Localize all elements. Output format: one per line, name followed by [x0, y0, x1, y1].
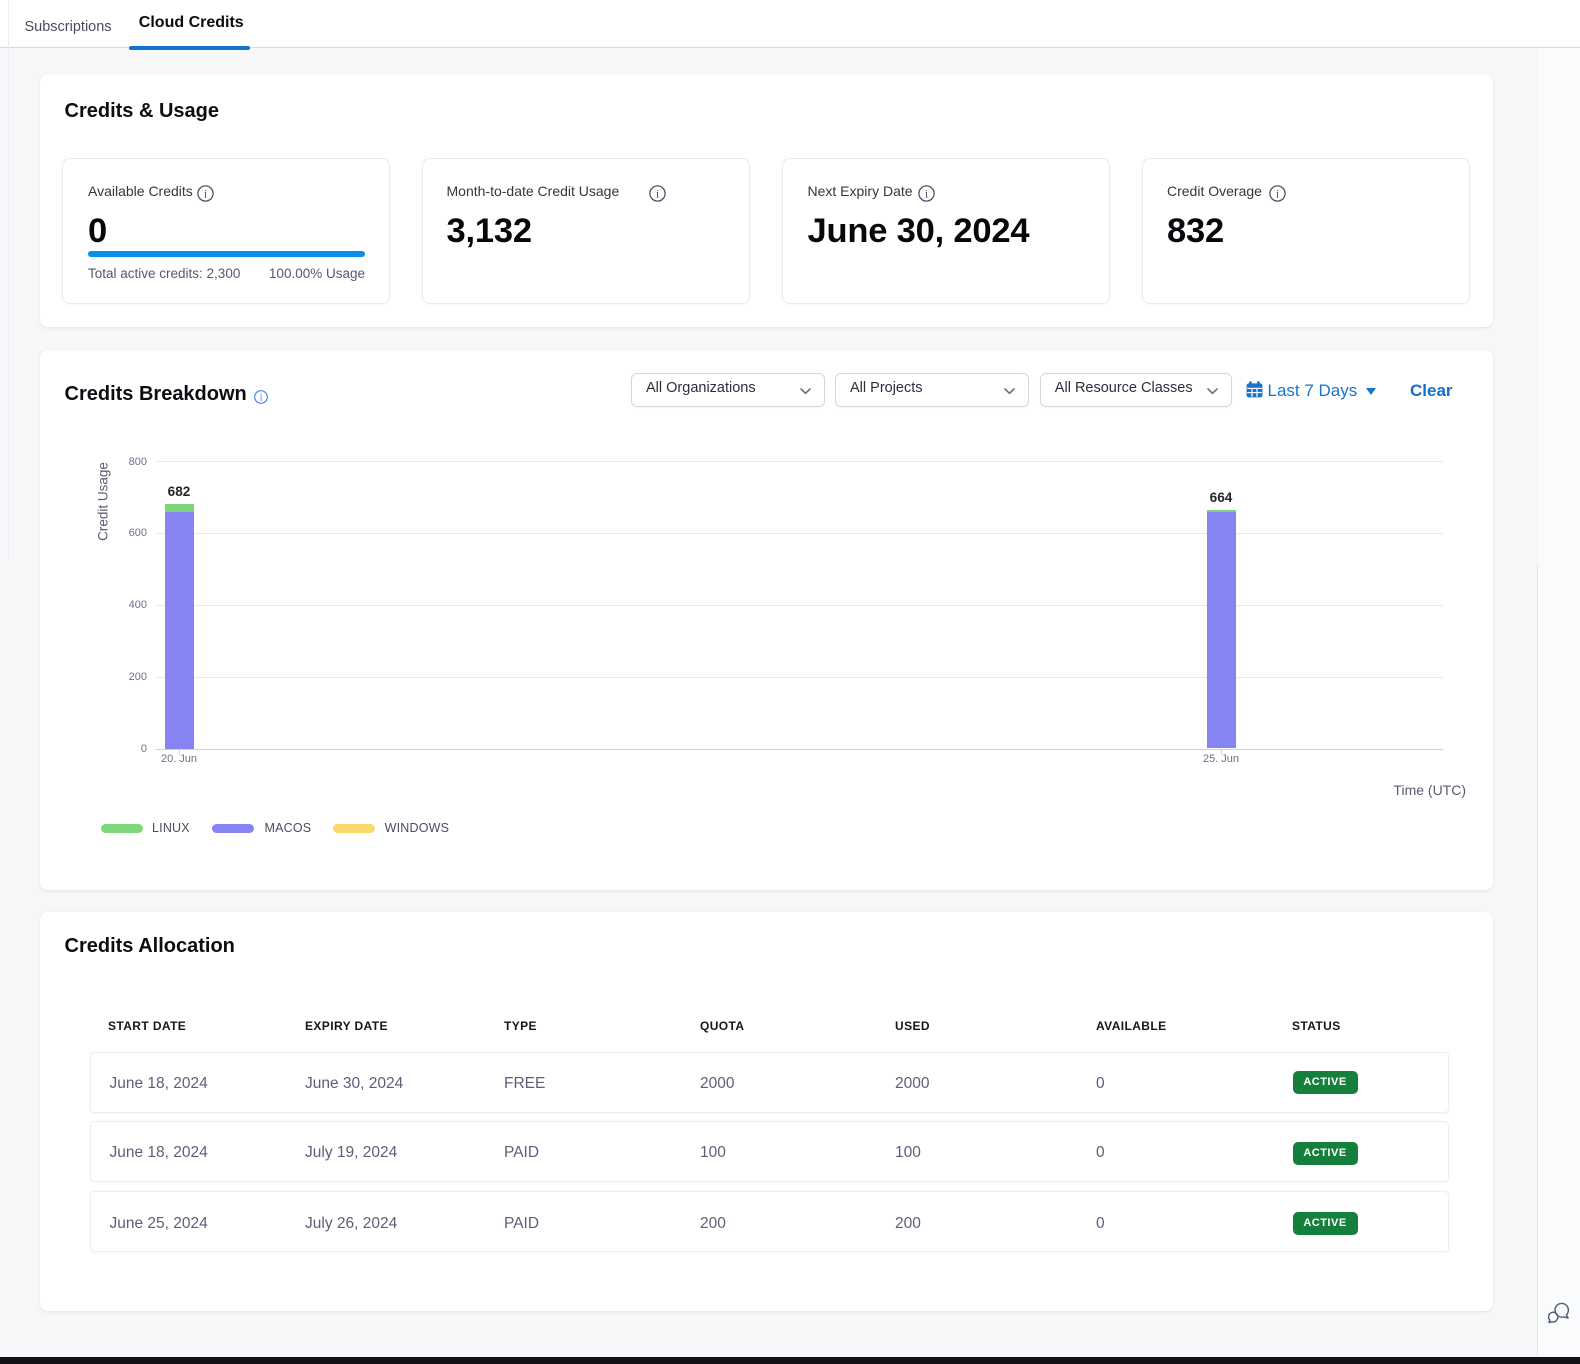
svg-text:i: i — [655, 187, 659, 201]
svg-text:i: i — [924, 187, 928, 201]
svg-text:i: i — [259, 392, 262, 403]
svg-text:i: i — [204, 187, 208, 201]
svg-text:i: i — [1275, 187, 1279, 201]
